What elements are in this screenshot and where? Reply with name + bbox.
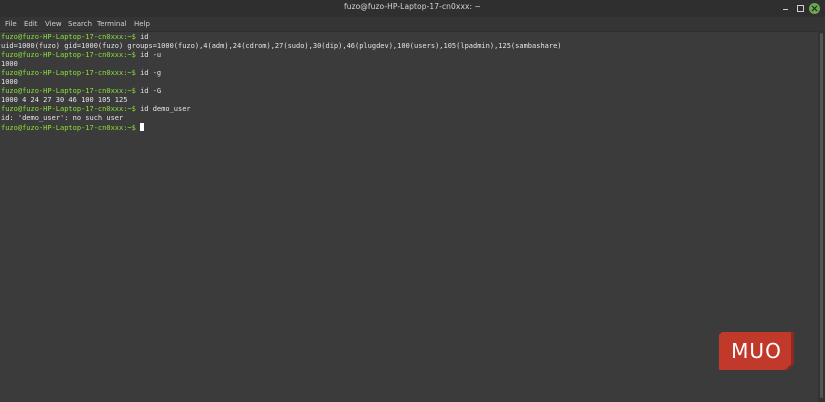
command-line: fuzo@fuzo-HP-Laptop-17-cn0xxx:~$ id [1, 33, 818, 42]
output-line: 1000 4 24 27 30 46 100 105 125 [1, 96, 128, 104]
close-icon[interactable] [809, 3, 820, 14]
shell-prompt: fuzo@fuzo-HP-Laptop-17-cn0xxx:~$ [1, 33, 136, 41]
output-line: 1000 [1, 60, 18, 68]
shell-prompt: fuzo@fuzo-HP-Laptop-17-cn0xxx:~$ [1, 87, 136, 95]
command-text: id [135, 33, 149, 41]
menu-bar: File Edit View Search Terminal Help [0, 17, 825, 31]
maximize-icon[interactable] [795, 3, 806, 14]
shell-prompt: fuzo@fuzo-HP-Laptop-17-cn0xxx:~$ [1, 69, 136, 77]
menu-terminal[interactable]: Terminal [97, 20, 127, 28]
shell-prompt: fuzo@fuzo-HP-Laptop-17-cn0xxx:~$ [1, 51, 136, 59]
scrollbar-thumb[interactable] [820, 33, 823, 398]
title-bar[interactable]: fuzo@fuzo-HP-Laptop-17-cn0xxx: ~ [0, 0, 825, 17]
shell-prompt: fuzo@fuzo-HP-Laptop-17-cn0xxx:~$ [1, 124, 136, 132]
minimize-icon[interactable] [780, 3, 791, 14]
command-line: fuzo@fuzo-HP-Laptop-17-cn0xxx:~$ id -u [1, 51, 818, 60]
menu-edit[interactable]: Edit [24, 20, 38, 28]
muo-logo-text: MUO [731, 339, 782, 363]
output-line: id: 'demo_user': no such user [1, 114, 124, 122]
muo-logo: MUO [719, 332, 794, 370]
menu-file[interactable]: File [5, 20, 17, 28]
window-title: fuzo@fuzo-HP-Laptop-17-cn0xxx: ~ [343, 2, 482, 11]
command-line: fuzo@fuzo-HP-Laptop-17-cn0xxx:~$ id demo… [1, 105, 818, 114]
command-line: fuzo@fuzo-HP-Laptop-17-cn0xxx:~$ id -g [1, 69, 818, 78]
command-text: id -G [135, 87, 162, 95]
command-text: id -u [135, 51, 162, 59]
output-line: uid=1000(fuzo) gid=1000(fuzo) groups=100… [1, 42, 562, 50]
shell-prompt: fuzo@fuzo-HP-Laptop-17-cn0xxx:~$ [1, 105, 136, 113]
text-cursor [140, 123, 145, 131]
command-text: id demo_user [135, 105, 191, 113]
command-text: id -g [135, 69, 162, 77]
terminal-window: fuzo@fuzo-HP-Laptop-17-cn0xxx: ~ File Ed… [0, 0, 825, 402]
command-line: fuzo@fuzo-HP-Laptop-17-cn0xxx:~$ id -G [1, 87, 818, 96]
menu-help[interactable]: Help [134, 20, 150, 28]
command-line: fuzo@fuzo-HP-Laptop-17-cn0xxx:~$ [1, 123, 818, 132]
output-line: 1000 [1, 78, 18, 86]
menu-view[interactable]: View [45, 20, 62, 28]
menu-search[interactable]: Search [68, 20, 92, 28]
scrollbar[interactable] [818, 31, 825, 402]
terminal-output[interactable]: fuzo@fuzo-HP-Laptop-17-cn0xxx:~$ id uid=1… [0, 31, 818, 402]
